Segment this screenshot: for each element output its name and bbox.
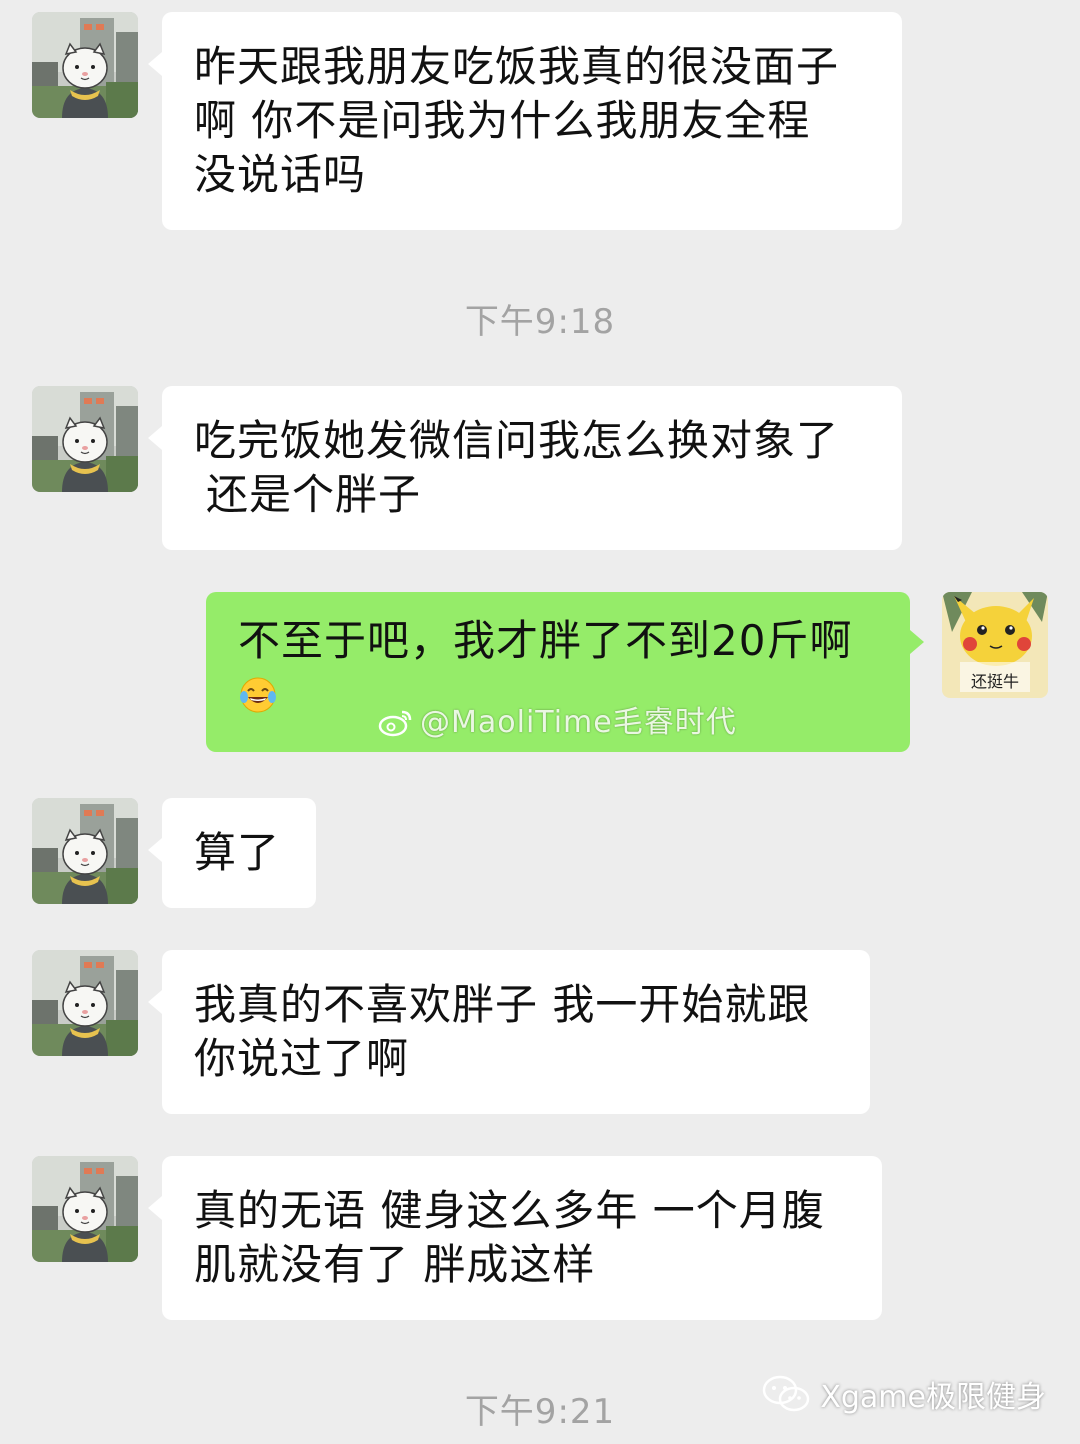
cartoon-cat-avatar-icon <box>32 12 138 118</box>
message-text-line: 不至于吧，我才胖了不到20斤啊 <box>238 616 853 665</box>
contact-avatar[interactable] <box>32 798 138 904</box>
contact-avatar[interactable] <box>32 950 138 1056</box>
avatar-caption: 还挺牛 <box>970 672 1019 691</box>
wechat-watermark-text: Xgame极限健身 <box>820 1380 1046 1415</box>
message-text-line: 没说话吗 <box>194 150 367 199</box>
face-with-tears-of-joy-icon <box>240 677 276 713</box>
message-bubble-incoming[interactable]: 真的无语 健身这么多年 一个月腹 肌就没有了 胖成这样 <box>148 1156 882 1320</box>
message-text-line: 你说过了啊 <box>194 1034 410 1083</box>
cartoon-cat-avatar-icon <box>32 798 138 904</box>
self-avatar[interactable]: 还挺牛 <box>942 592 1048 698</box>
message-bubble-incoming[interactable]: 算了 <box>148 798 316 908</box>
message-bubble-outgoing[interactable]: 不至于吧，我才胖了不到20斤啊 @MaoliTime毛睿时代 <box>206 592 924 752</box>
message-text-line: 还是个胖子 <box>206 470 422 519</box>
weibo-watermark: @MaoliTime毛睿时代 <box>378 696 737 750</box>
wechat-icon <box>763 1375 810 1412</box>
message-text-line: 昨天跟我朋友吃饭我真的很没面子 <box>194 42 840 91</box>
cartoon-cat-avatar-icon <box>32 950 138 1056</box>
message-bubble-incoming[interactable]: 吃完饭她发微信问我怎么换对象了 还是个胖子 <box>148 386 902 550</box>
message-text-line: 吃完饭她发微信问我怎么换对象了 <box>194 416 840 465</box>
message-bubble-incoming[interactable]: 昨天跟我朋友吃饭我真的很没面子 啊 你不是问我为什么我朋友全程 没说话吗 <box>148 12 902 230</box>
message-text-line: 啊 你不是问我为什么我朋友全程 <box>194 96 811 145</box>
contact-avatar[interactable] <box>32 12 138 118</box>
cartoon-cat-avatar-icon <box>32 1156 138 1262</box>
contact-avatar[interactable] <box>32 1156 138 1262</box>
weibo-watermark-text: @MaoliTime毛睿时代 <box>420 705 737 740</box>
message-text-line: 真的无语 健身这么多年 一个月腹 <box>194 1186 825 1235</box>
contact-avatar[interactable] <box>32 386 138 492</box>
cartoon-cat-avatar-icon <box>32 386 138 492</box>
message-text-line: 算了 <box>194 828 281 877</box>
message-text-line: 我真的不喜欢胖子 我一开始就跟 <box>194 980 811 1029</box>
weibo-icon <box>378 710 412 737</box>
timestamp: 下午9:18 <box>464 302 616 342</box>
message-bubble-incoming[interactable]: 我真的不喜欢胖子 我一开始就跟 你说过了啊 <box>148 950 870 1114</box>
message-text-line: 肌就没有了 胖成这样 <box>194 1240 596 1289</box>
wechat-watermark: Xgame极限健身 <box>762 1372 1046 1416</box>
